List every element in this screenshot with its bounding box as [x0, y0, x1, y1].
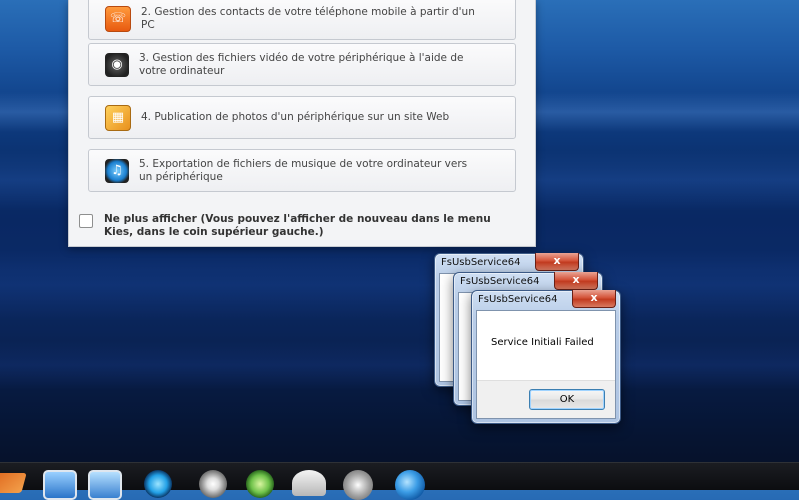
option-video-button[interactable]: ◉ 3. Gestion des fichiers vidéo de votre…	[88, 43, 516, 86]
photo-icon[interactable]	[43, 470, 77, 500]
dialog-title: FsUsbService64	[460, 276, 540, 287]
ok-button[interactable]: OK	[529, 389, 605, 410]
option-music-button[interactable]: ♫ 5. Exportation de fichiers de musique …	[88, 149, 516, 192]
film-reel-icon: ◉	[105, 52, 129, 77]
option-label: 2. Gestion des contacts de votre télépho…	[141, 5, 475, 31]
dont-show-label: Ne plus afficher (Vous pouvez l'afficher…	[104, 213, 491, 238]
option-contacts-button[interactable]: ☏ 2. Gestion des contacts de votre télép…	[88, 0, 516, 40]
music-icon[interactable]	[144, 470, 172, 498]
dialog-title: FsUsbService64	[478, 294, 558, 305]
dont-show-row: Ne plus afficher (Vous pouvez l'afficher…	[79, 213, 519, 239]
globe-icon[interactable]	[395, 470, 425, 500]
photo-icon: ▦	[105, 104, 131, 131]
dialog-title: FsUsbService64	[441, 257, 521, 268]
dialog-body: Service Initiali Failed OK	[476, 310, 616, 419]
kies-start-panel: ☏ 2. Gestion des contacts de votre télép…	[68, 0, 536, 247]
option-label: 3. Gestion des fichiers vidéo de votre p…	[139, 51, 464, 77]
dont-show-checkbox[interactable]	[79, 214, 93, 228]
dialog-footer: OK	[477, 380, 615, 418]
taskbar	[0, 462, 799, 500]
close-button[interactable]: x	[572, 290, 616, 308]
close-button[interactable]: x	[554, 272, 598, 290]
phone-contacts-icon: ☏	[105, 5, 131, 32]
close-button[interactable]: x	[535, 253, 579, 271]
photo-gallery-icon[interactable]	[88, 470, 122, 500]
option-label: 4. Publication de photos d'un périphériq…	[141, 111, 450, 123]
pencil-icon[interactable]	[0, 473, 27, 493]
film-reel-icon[interactable]	[199, 470, 227, 498]
option-label: 5. Exportation de fichiers de musique de…	[139, 157, 468, 183]
disc-icon[interactable]	[343, 470, 373, 500]
media-icon[interactable]	[246, 470, 274, 498]
error-dialog-front: FsUsbService64 x Service Initiali Failed…	[471, 290, 621, 424]
option-photo-button[interactable]: ▦ 4. Publication de photos d'un périphér…	[88, 96, 516, 139]
error-message: Service Initiali Failed	[491, 337, 594, 348]
cd-box-icon[interactable]	[292, 470, 326, 496]
music-icon: ♫	[105, 158, 129, 183]
